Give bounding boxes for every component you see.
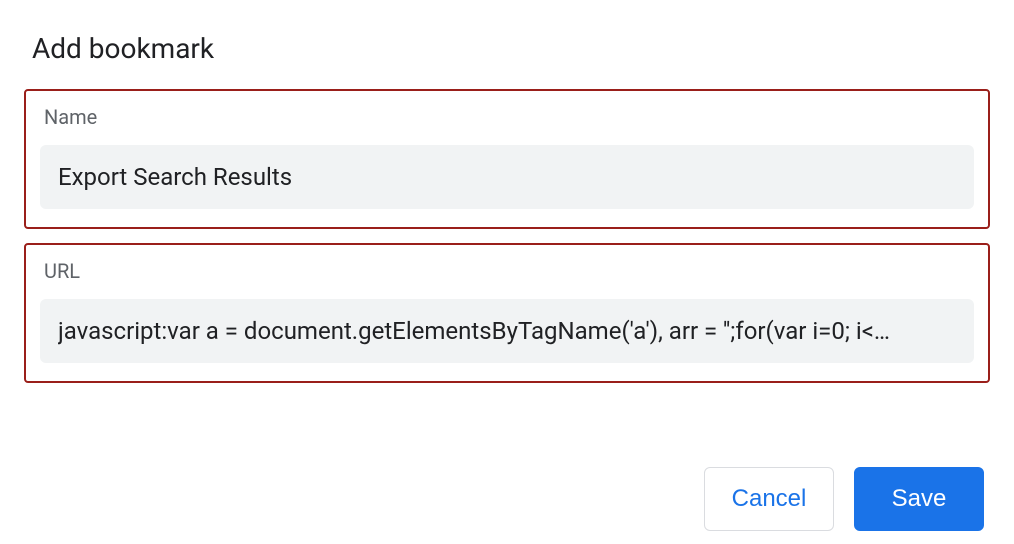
url-input[interactable]	[40, 299, 974, 363]
url-field-label: URL	[44, 259, 974, 283]
url-field-box: URL	[24, 243, 990, 383]
cancel-button[interactable]: Cancel	[704, 467, 834, 531]
dialog-title: Add bookmark	[32, 32, 990, 65]
name-field-label: Name	[44, 105, 974, 129]
name-field-box: Name	[24, 89, 990, 229]
name-input[interactable]	[40, 145, 974, 209]
dialog-button-row: Cancel Save	[24, 397, 990, 531]
add-bookmark-dialog: Add bookmark Name URL Cancel Save	[0, 0, 1014, 531]
save-button[interactable]: Save	[854, 467, 984, 531]
